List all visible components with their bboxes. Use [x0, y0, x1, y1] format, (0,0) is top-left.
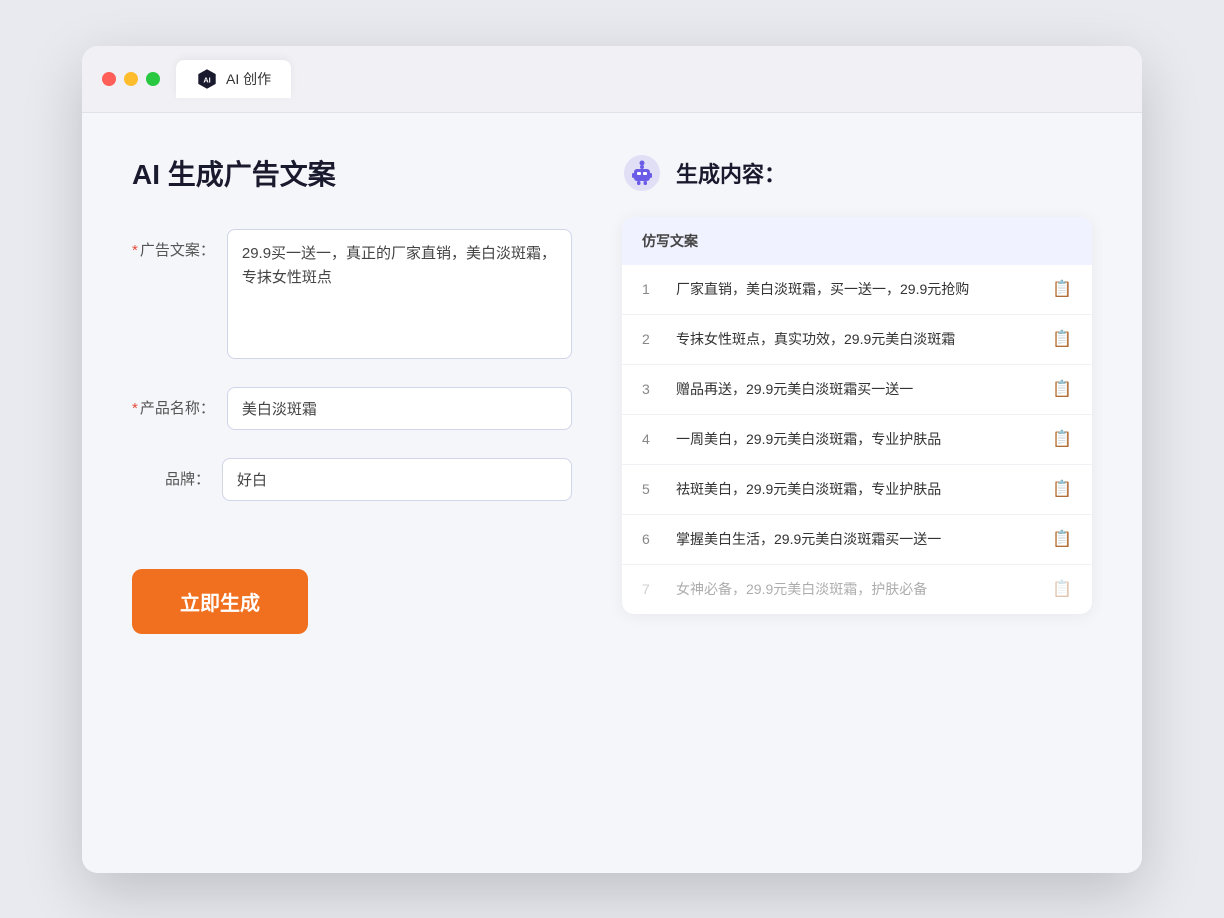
- copy-icon[interactable]: 📋: [1052, 429, 1072, 449]
- minimize-button[interactable]: [124, 72, 138, 86]
- table-row: 6 掌握美白生活，29.9元美白淡斑霜买一送一 📋: [622, 515, 1092, 565]
- table-row: 5 祛斑美白，29.9元美白淡斑霜，专业护肤品 📋: [622, 465, 1092, 515]
- table-header: 仿写文案: [622, 217, 1092, 265]
- table-row: 2 专抹女性斑点，真实功效，29.9元美白淡斑霜 📋: [622, 315, 1092, 365]
- copy-icon[interactable]: 📋: [1052, 379, 1072, 399]
- product-name-label: *产品名称：: [132, 387, 227, 418]
- row-text: 女神必备，29.9元美白淡斑霜，护肤必备: [676, 579, 1036, 600]
- row-number: 4: [642, 431, 660, 447]
- copy-icon[interactable]: 📋: [1052, 479, 1072, 499]
- row-number: 7: [642, 581, 660, 597]
- row-number: 5: [642, 481, 660, 497]
- product-name-input[interactable]: [227, 387, 572, 430]
- tab-label: AI 创作: [226, 69, 271, 89]
- brand-group: 品牌：: [132, 458, 572, 501]
- svg-text:AI: AI: [203, 75, 210, 84]
- row-text: 厂家直销，美白淡斑霜，买一送一，29.9元抢购: [676, 279, 1036, 300]
- generate-button[interactable]: 立即生成: [132, 569, 308, 634]
- close-button[interactable]: [102, 72, 116, 86]
- table-row: 1 厂家直销，美白淡斑霜，买一送一，29.9元抢购 📋: [622, 265, 1092, 315]
- required-star: *: [132, 242, 138, 259]
- table-row: 7 女神必备，29.9元美白淡斑霜，护肤必备 📋: [622, 565, 1092, 614]
- copy-icon[interactable]: 📋: [1052, 329, 1072, 349]
- row-text: 祛斑美白，29.9元美白淡斑霜，专业护肤品: [676, 479, 1036, 500]
- traffic-lights: [102, 72, 160, 86]
- product-required-star: *: [132, 400, 138, 417]
- row-text: 专抹女性斑点，真实功效，29.9元美白淡斑霜: [676, 329, 1036, 350]
- row-number: 2: [642, 331, 660, 347]
- page-title: AI 生成广告文案: [132, 153, 572, 193]
- row-text: 赠品再送，29.9元美白淡斑霜买一送一: [676, 379, 1036, 400]
- browser-window: AI AI 创作 AI 生成广告文案 *广告文案： 29.9买一送一，真正的厂家…: [82, 46, 1142, 873]
- table-row: 4 一周美白，29.9元美白淡斑霜，专业护肤品 📋: [622, 415, 1092, 465]
- titlebar: AI AI 创作: [82, 46, 1142, 113]
- copy-icon[interactable]: 📋: [1052, 529, 1072, 549]
- results-rows-container: 1 厂家直销，美白淡斑霜，买一送一，29.9元抢购 📋 2 专抹女性斑点，真实功…: [622, 265, 1092, 614]
- maximize-button[interactable]: [146, 72, 160, 86]
- browser-content: AI 生成广告文案 *广告文案： 29.9买一送一，真正的厂家直销，美白淡斑霜，…: [82, 113, 1142, 873]
- left-panel: AI 生成广告文案 *广告文案： 29.9买一送一，真正的厂家直销，美白淡斑霜，…: [132, 153, 572, 634]
- row-text: 掌握美白生活，29.9元美白淡斑霜买一送一: [676, 529, 1036, 550]
- ad-copy-textarea[interactable]: 29.9买一送一，真正的厂家直销，美白淡斑霜，专抹女性斑点: [227, 229, 572, 359]
- copy-icon[interactable]: 📋: [1052, 579, 1072, 599]
- product-name-group: *产品名称：: [132, 387, 572, 430]
- row-number: 1: [642, 281, 660, 297]
- ad-copy-label: *广告文案：: [132, 229, 227, 260]
- right-panel: 生成内容： 仿写文案 1 厂家直销，美白淡斑霜，买一送一，29.9元抢购 📋 2…: [622, 153, 1092, 634]
- results-header: 生成内容：: [622, 153, 1092, 193]
- results-title: 生成内容：: [676, 157, 786, 189]
- copy-icon[interactable]: 📋: [1052, 279, 1072, 299]
- row-number: 6: [642, 531, 660, 547]
- row-text: 一周美白，29.9元美白淡斑霜，专业护肤品: [676, 429, 1036, 450]
- results-table: 仿写文案 1 厂家直销，美白淡斑霜，买一送一，29.9元抢购 📋 2 专抹女性斑…: [622, 217, 1092, 614]
- ai-tab-icon: AI: [196, 68, 218, 90]
- ad-copy-group: *广告文案： 29.9买一送一，真正的厂家直销，美白淡斑霜，专抹女性斑点: [132, 229, 572, 359]
- robot-icon: [622, 153, 662, 193]
- row-number: 3: [642, 381, 660, 397]
- brand-input[interactable]: [222, 458, 572, 501]
- browser-tab[interactable]: AI AI 创作: [176, 60, 291, 98]
- table-row: 3 赠品再送，29.9元美白淡斑霜买一送一 📋: [622, 365, 1092, 415]
- main-layout: AI 生成广告文案 *广告文案： 29.9买一送一，真正的厂家直销，美白淡斑霜，…: [132, 153, 1092, 634]
- brand-label: 品牌：: [132, 458, 222, 489]
